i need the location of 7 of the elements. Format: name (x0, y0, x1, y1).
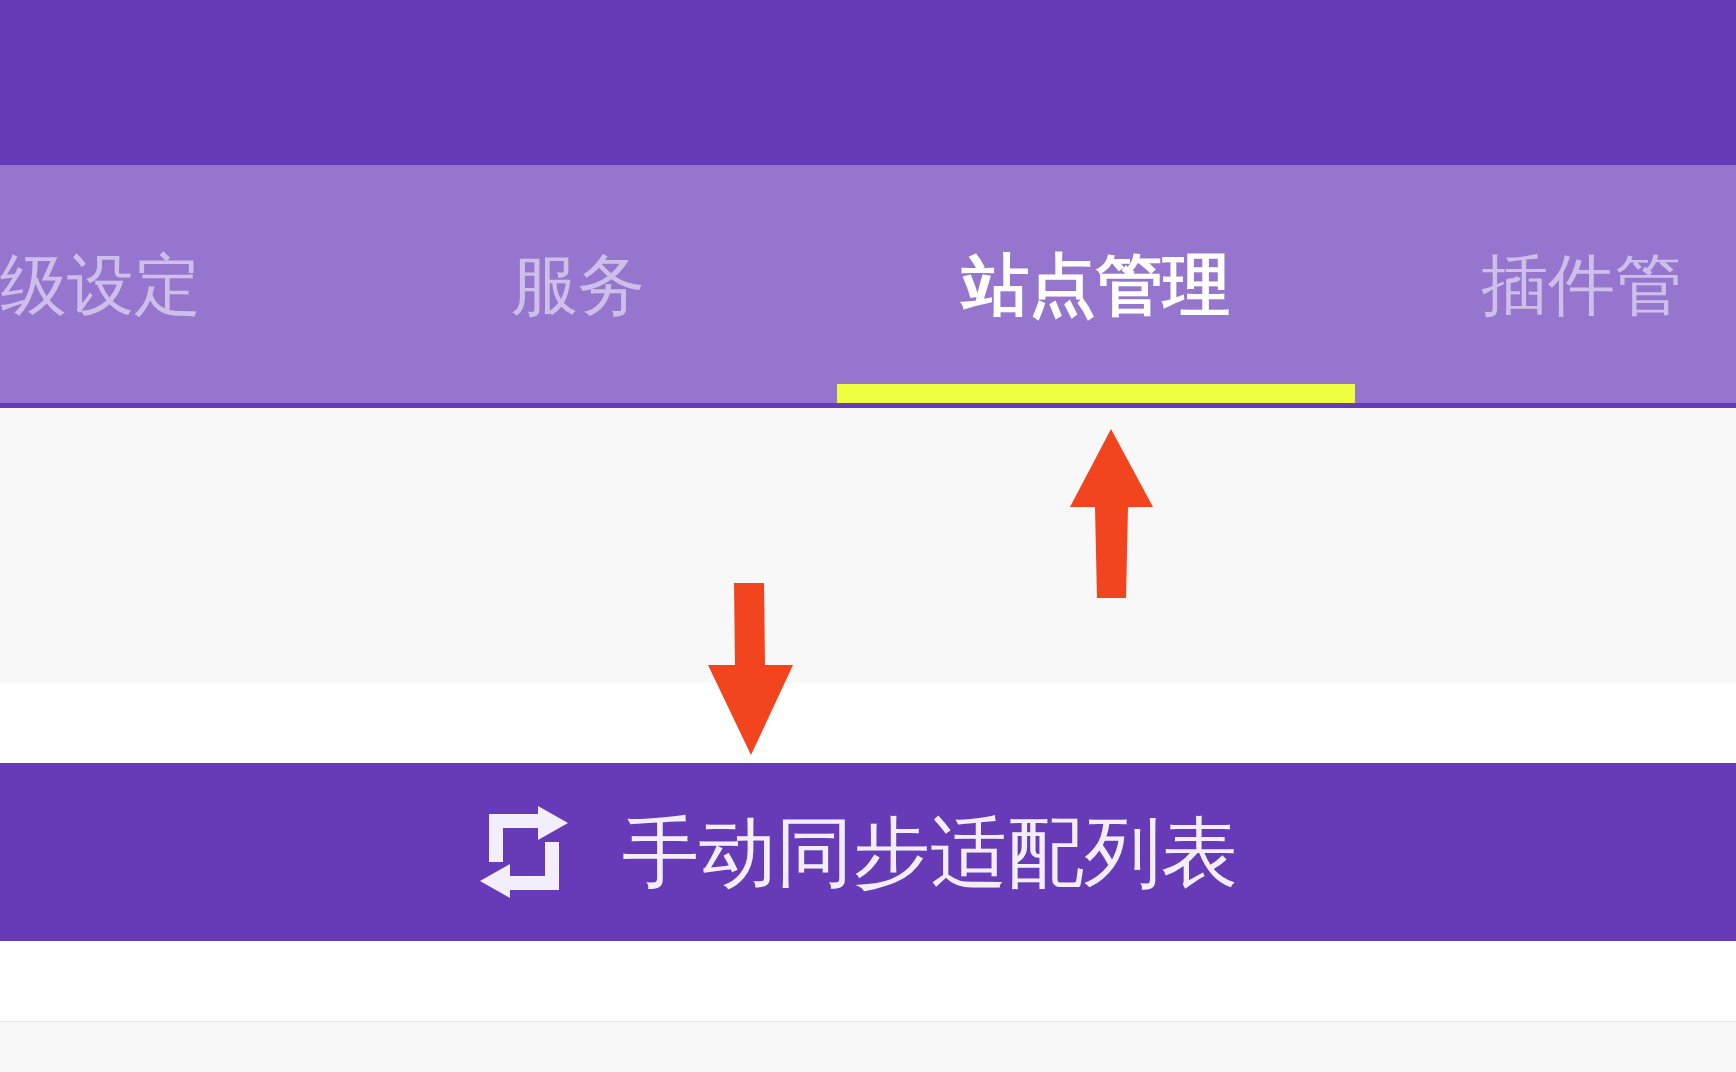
arrow-up-icon (1070, 429, 1153, 598)
tab[interactable]: 站点管理 (837, 165, 1355, 403)
arrow-down-icon (708, 583, 793, 755)
tab[interactable]: 插件管 (1355, 165, 1736, 403)
tab[interactable]: 服务 (319, 165, 837, 403)
sync-button[interactable]: 手动同步适配列表 (0, 763, 1736, 941)
tab[interactable]: 级设定 (0, 165, 319, 403)
